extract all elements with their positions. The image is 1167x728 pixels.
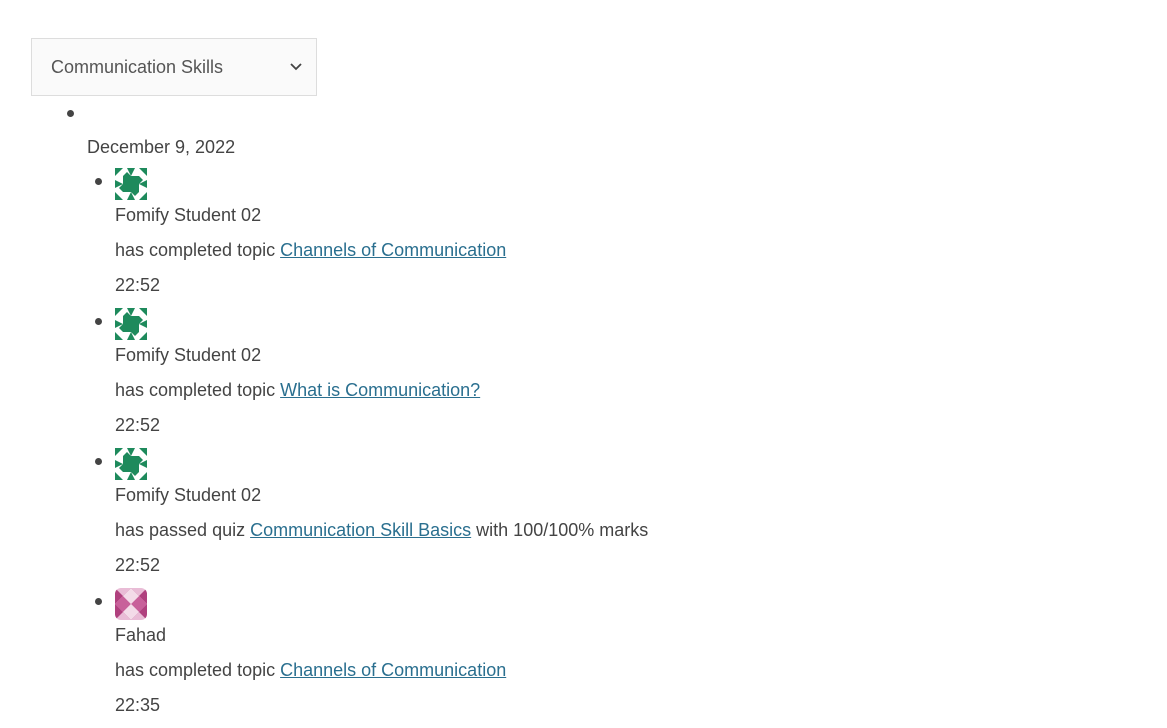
activity-description: has completed topic Channels of Communic… [115,240,506,261]
activity-target-link[interactable]: Channels of Communication [280,240,506,260]
activity-item: Fomify Student 02 has passed quiz Commun… [0,448,900,588]
activity-description: has passed quiz Communication Skill Basi… [115,520,648,541]
green-identicon-avatar[interactable] [115,448,147,480]
activity-description: has completed topic What is Communicatio… [115,380,480,401]
date-group-bullet [67,110,74,117]
activity-time: 22:35 [115,695,161,715]
activity-bullet [95,598,102,605]
activity-action-suffix: with 100/100% marks [471,520,649,540]
activity-user-name: Fomify Student 02 [115,485,262,505]
course-filter-value: Communication Skills [51,56,224,77]
activity-bullet [95,318,102,325]
activity-item: Fahad has completed topic Channels of Co… [0,588,900,728]
activity-item: Fomify Student 02 has completed topic Wh… [0,308,900,448]
activity-target-link[interactable]: Communication Skill Basics [250,520,471,540]
activity-target-link[interactable]: What is Communication? [280,380,480,400]
activity-action-text: has passed quiz [115,520,251,540]
activity-user-name: Fahad [115,625,167,645]
pink-identicon-avatar[interactable] [115,588,147,620]
activity-description: has completed topic Channels of Communic… [115,660,506,681]
activity-date-heading: December 9, 2022 [87,137,236,157]
activity-bullet [95,178,102,185]
activity-user-name: Fomify Student 02 [115,345,262,365]
activity-time: 22:52 [115,275,161,295]
green-identicon-avatar[interactable] [115,308,147,340]
activity-time: 22:52 [115,415,161,435]
activity-target-link[interactable]: Channels of Communication [280,660,506,680]
activity-action-text: has completed topic [115,380,281,400]
activity-action-text: has completed topic [115,660,281,680]
activity-user-name: Fomify Student 02 [115,205,262,225]
activity-bullet [95,458,102,465]
activity-item: Fomify Student 02 has completed topic Ch… [0,168,900,308]
activity-time: 22:52 [115,555,161,575]
activity-action-text: has completed topic [115,240,281,260]
chevron-down-icon [288,59,304,75]
activity-page: Communication Skills December 9, 2022 Fo… [0,0,1167,728]
course-filter-select[interactable]: Communication Skills [31,38,317,96]
green-identicon-avatar[interactable] [115,168,147,200]
